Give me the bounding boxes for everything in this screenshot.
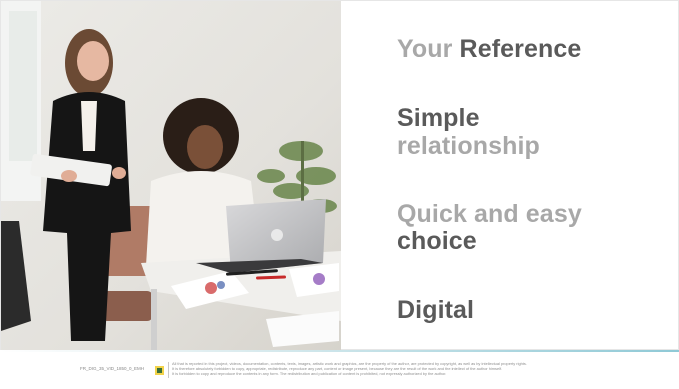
headline-quick-and-easy: Quick and easy — [397, 200, 582, 228]
brand-logo-icon — [154, 363, 165, 375]
presentation-slide: Your Reference Simple relationship Quick… — [0, 0, 679, 351]
headline-digital: Digital — [397, 296, 475, 324]
headline-your: Your — [397, 35, 453, 63]
headline-line-1: Your Reference — [397, 37, 581, 62]
headline-block: Your Reference Simple relationship Quick… — [397, 1, 667, 351]
footer-separator — [168, 362, 169, 378]
headline-simple: Simple — [397, 104, 480, 132]
footer-document-code: FR_DIG_35_VID_1850_0_EMH — [80, 366, 145, 371]
copyright-line-3: It is forbidden to copy and reproduce th… — [172, 371, 447, 376]
copyright-notice: All that is reported in this project, vi… — [172, 362, 612, 376]
headline-relationship: relationship — [397, 132, 540, 160]
two-women-laptop-image — [1, 1, 341, 351]
footer-accent-line — [0, 350, 679, 352]
office-photo — [1, 1, 341, 351]
headline-reference: Reference — [459, 35, 582, 63]
headline-choice: choice — [397, 227, 477, 255]
